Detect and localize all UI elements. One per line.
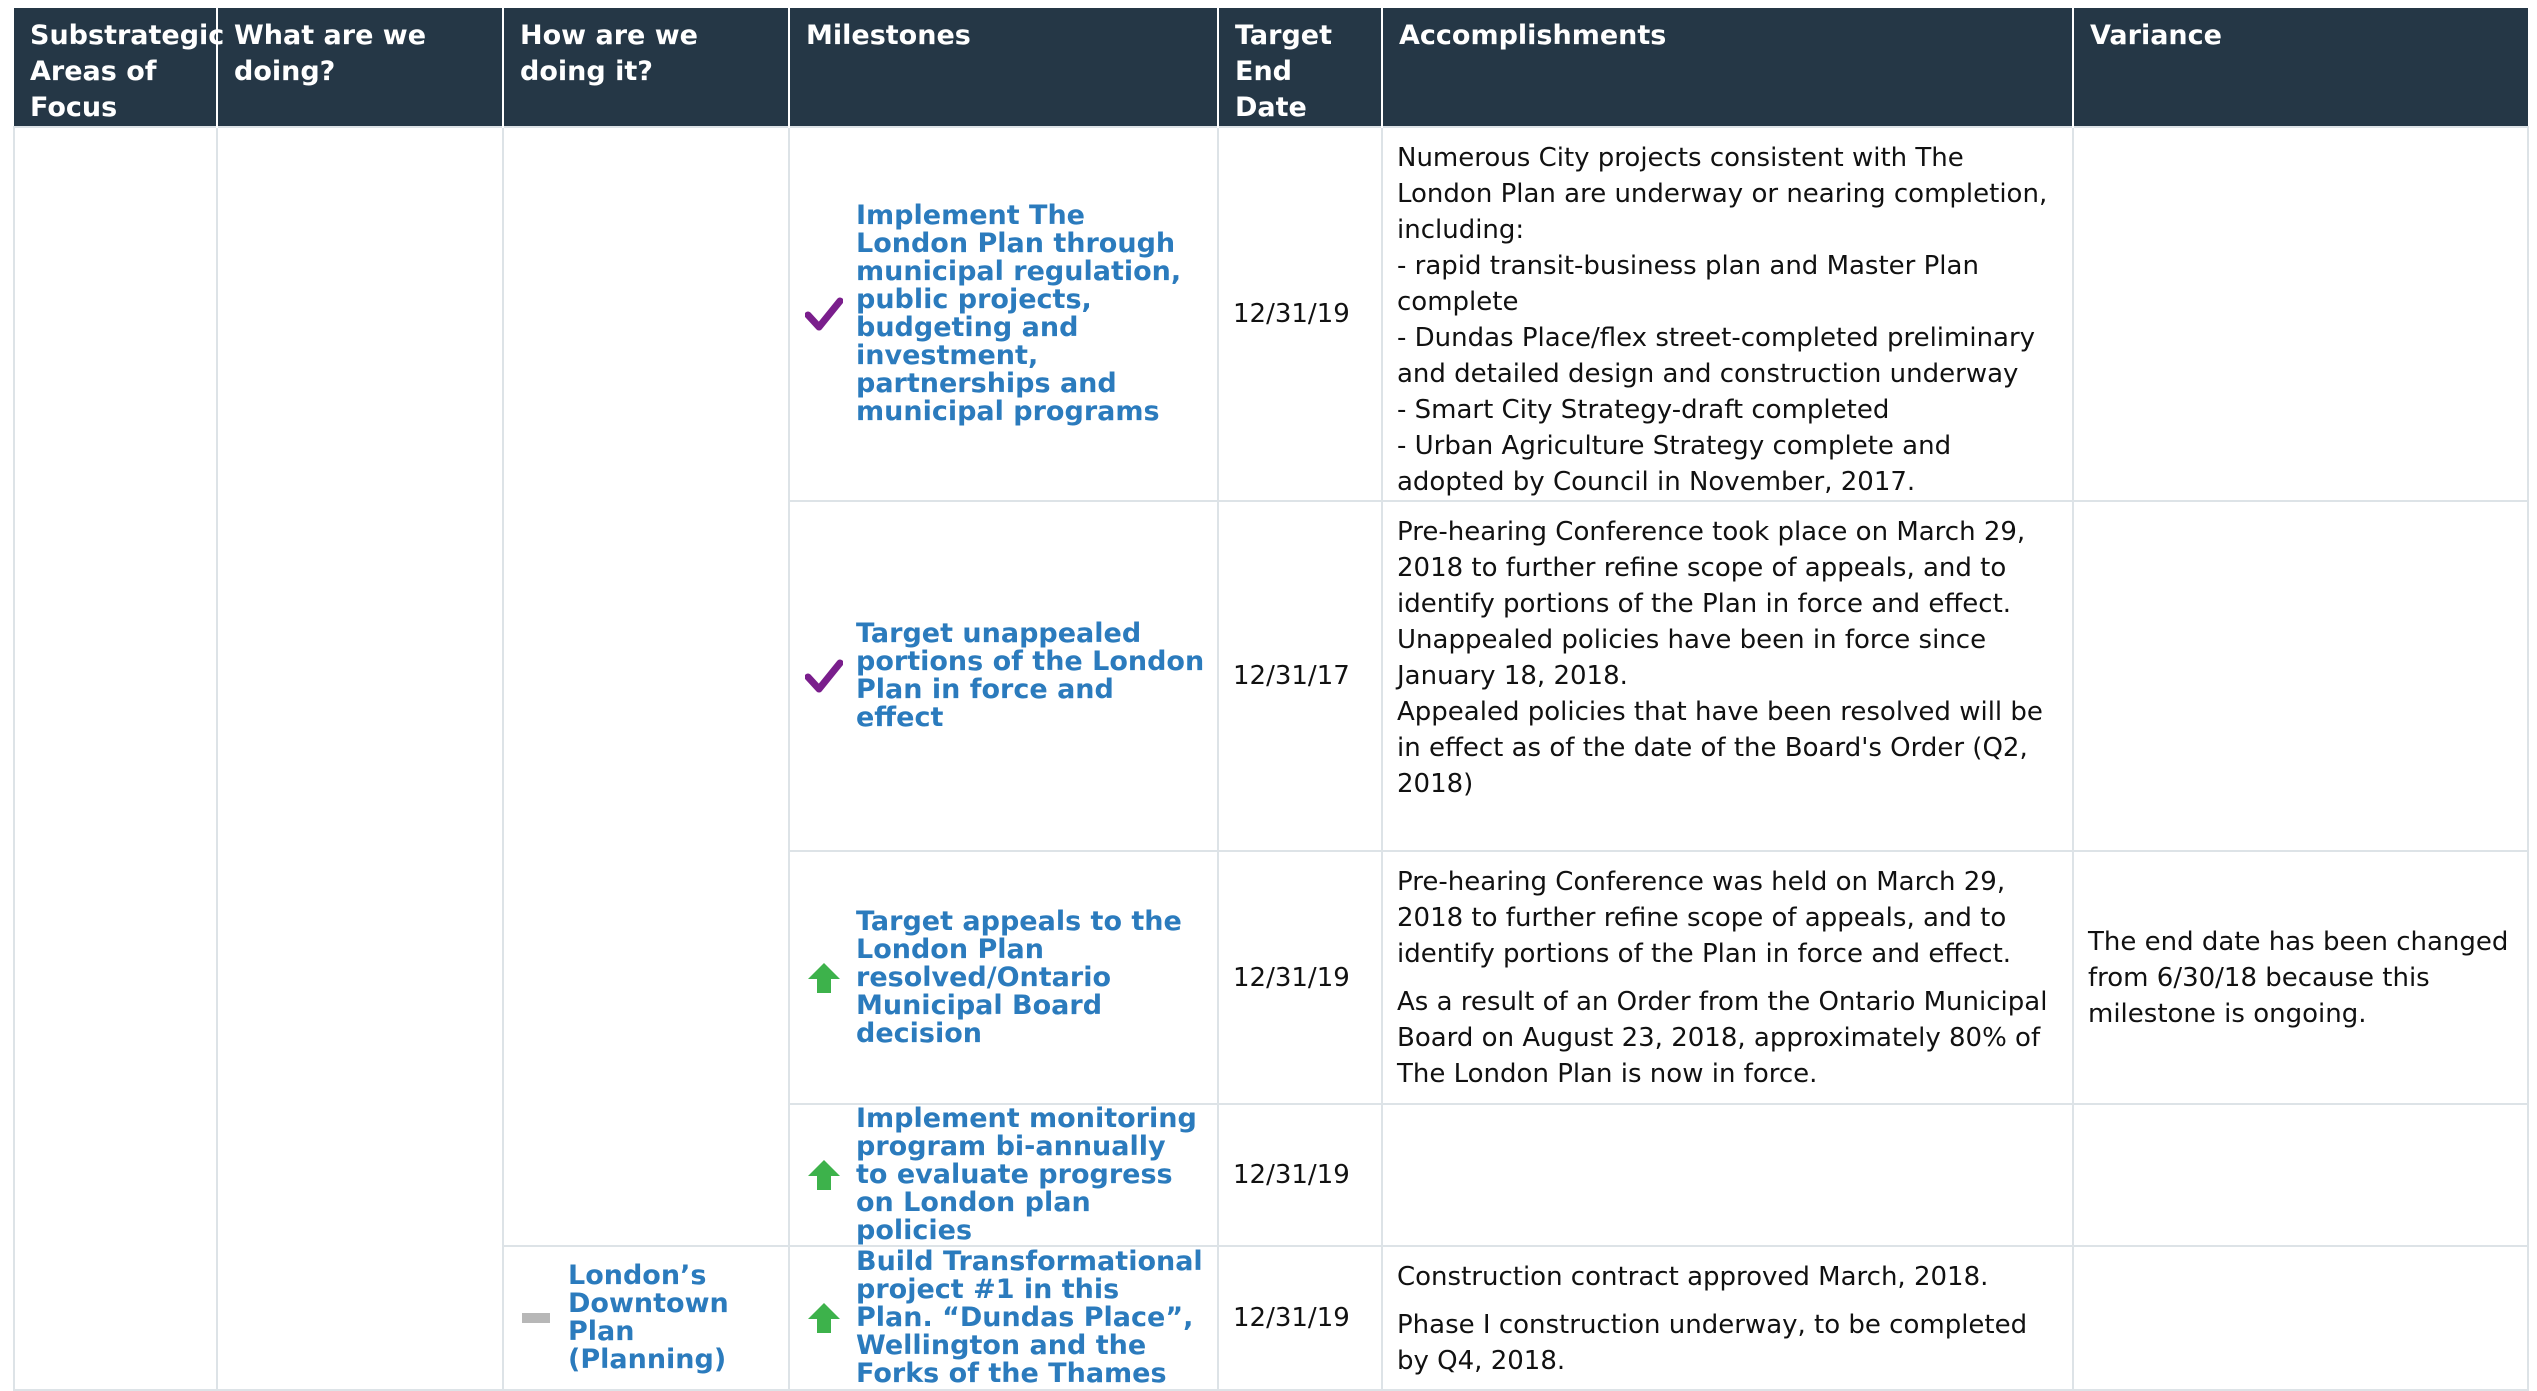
variance-cell	[2072, 126, 2529, 502]
milestone-link[interactable]: Target appeals to the London Plan resolv…	[856, 907, 1205, 1048]
how-cell	[502, 126, 790, 1247]
header-target-end-date: Target End Date	[1217, 8, 1382, 127]
how-cell: London’s Downtown Plan (Planning)	[502, 1245, 790, 1391]
header-accomplishments: Accomplishments	[1381, 8, 2073, 127]
milestone-link[interactable]: Implement The London Plan through munici…	[856, 202, 1205, 426]
variance-cell	[2072, 1245, 2529, 1391]
accomplishments-cell	[1381, 1103, 2074, 1247]
header-variance: Variance	[2072, 8, 2528, 127]
milestone-cell: Implement monitoring program bi-annually…	[788, 1103, 1219, 1247]
accomplishment-text: - Smart City Strategy-draft completed	[1397, 395, 1890, 425]
header-row: Substrategic Areas of Focus What are we …	[14, 8, 2528, 127]
target-date: 12/31/17	[1217, 500, 1383, 852]
table-row: Implement The London Plan through munici…	[13, 126, 2529, 1391]
header-substrategic-areas: Substrategic Areas of Focus	[14, 8, 224, 127]
substrategic-cell	[13, 126, 218, 1391]
target-date: 12/31/19	[1217, 1103, 1383, 1247]
milestone-cell: Target appeals to the London Plan resolv…	[788, 850, 1219, 1105]
variance-cell: The end date has been changed from 6/30/…	[2072, 850, 2529, 1105]
target-date: 12/31/19	[1217, 1245, 1383, 1391]
accomplishment-text: Unappealed policies have been in force s…	[1397, 625, 1987, 691]
checkmark-icon	[804, 295, 844, 333]
accomplishment-text: - Dundas Place/flex street-completed pre…	[1397, 323, 2036, 389]
milestone-link[interactable]: Target unappealed portions of the London…	[856, 620, 1205, 732]
accomplishment-text: As a result of an Order from the Ontario…	[1397, 987, 2048, 1089]
header-milestones: Milestones	[788, 8, 1218, 127]
target-date: 12/31/19	[1217, 126, 1383, 502]
accomplishment-text: - rapid transit-business plan and Master…	[1397, 251, 1979, 317]
header-what-are-we-doing: What are we doing?	[216, 8, 503, 127]
target-date: 12/31/19	[1217, 850, 1383, 1105]
how-link[interactable]: London’s Downtown Plan (Planning)	[568, 1262, 778, 1374]
accomplishment-text: Appealed policies that have been resolve…	[1397, 697, 2043, 799]
accomplishment-text: - Urban Agriculture Strategy complete an…	[1397, 431, 1952, 497]
strategic-plan-table: Substrategic Areas of Focus What are we …	[13, 8, 2529, 1391]
milestone-cell: Target unappealed portions of the London…	[788, 500, 1219, 852]
milestone-cell: Build Transformational project #1 in thi…	[788, 1245, 1219, 1391]
accomplishments-cell: Numerous City projects consistent with T…	[1381, 126, 2074, 502]
accomplishments-cell: Pre-hearing Conference was held on March…	[1381, 850, 2074, 1105]
accomplishment-text: Numerous City projects consistent with T…	[1397, 143, 2048, 245]
up-arrow-icon	[804, 1301, 844, 1335]
variance-cell	[2072, 1103, 2529, 1247]
milestone-link[interactable]: Implement monitoring program bi-annually…	[856, 1105, 1205, 1245]
milestone-cell: Implement The London Plan through munici…	[788, 126, 1219, 502]
header-how-are-we-doing-it: How are we doing it?	[502, 8, 789, 127]
accomplishment-text: Pre-hearing Conference took place on Mar…	[1397, 517, 2026, 619]
accomplishment-text: Pre-hearing Conference was held on March…	[1397, 867, 2012, 969]
milestone-link[interactable]: Build Transformational project #1 in thi…	[856, 1248, 1205, 1388]
checkmark-icon	[804, 657, 844, 695]
strategic-plan-table-container: Substrategic Areas of Focus What are we …	[13, 8, 2529, 1391]
up-arrow-icon	[804, 1158, 844, 1192]
variance-cell	[2072, 500, 2529, 852]
accomplishment-text: Phase I construction underway, to be com…	[1397, 1310, 2028, 1376]
accomplishments-cell: Pre-hearing Conference took place on Mar…	[1381, 500, 2074, 852]
up-arrow-icon	[804, 961, 844, 995]
accomplishments-cell: Construction contract approved March, 20…	[1381, 1245, 2074, 1391]
dash-icon	[522, 1313, 550, 1323]
accomplishment-text: Construction contract approved March, 20…	[1397, 1262, 1989, 1292]
what-cell	[216, 126, 504, 1391]
